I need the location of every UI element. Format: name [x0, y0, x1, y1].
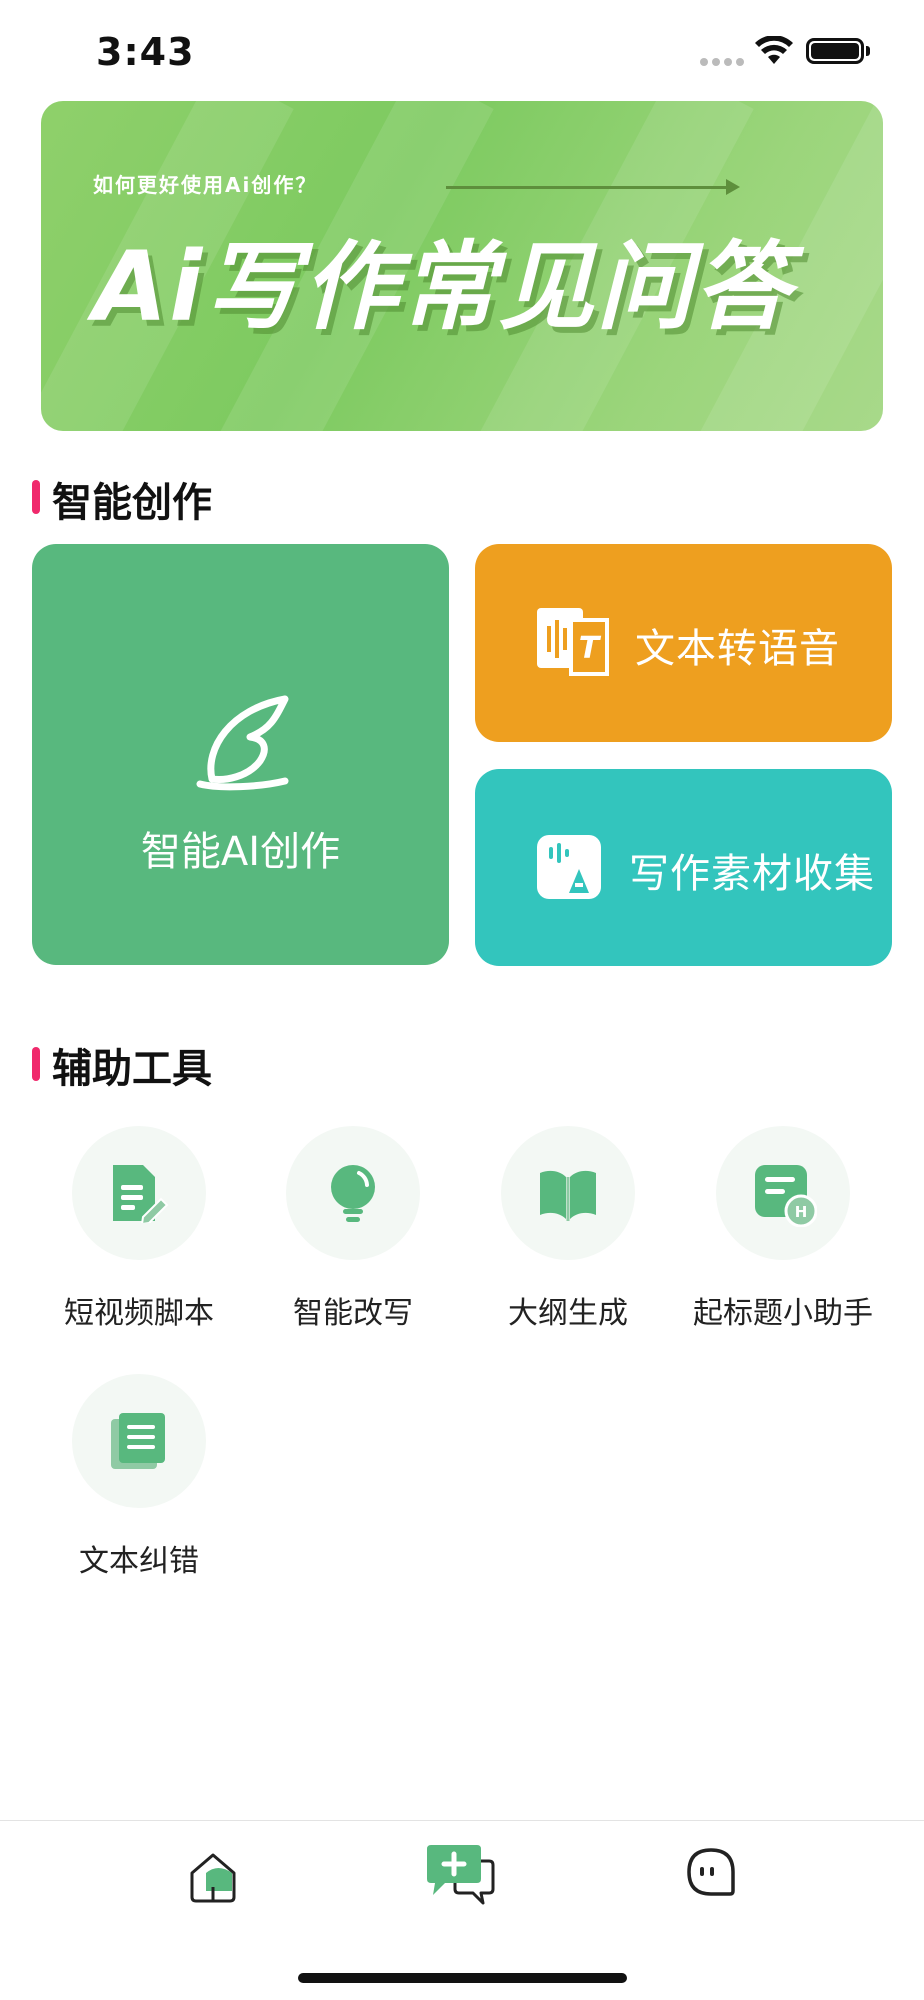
- section-title-creation: 智能创作: [52, 480, 212, 526]
- banner-title: Ai写作常见问答: [93, 231, 793, 343]
- tool-smart-rewrite[interactable]: 智能改写: [253, 1126, 453, 1332]
- status-time: 3:43: [96, 30, 195, 74]
- lightbulb-icon: [331, 1165, 375, 1222]
- material-collect-card[interactable]: 写作素材收集: [475, 769, 892, 966]
- svg-text:T: T: [579, 631, 602, 666]
- faq-banner[interactable]: 如何更好使用Ai创作？ Ai写作常见问答: [41, 101, 883, 431]
- text-correction-icon: [111, 1413, 165, 1469]
- create-chat-icon[interactable]: [425, 1843, 495, 1907]
- text-to-speech-icon: T: [537, 608, 609, 676]
- tool-label: 智能改写: [293, 1296, 413, 1331]
- app-screen: { "status_bar": {"time": "3:43"}, "banne…: [0, 0, 924, 2000]
- profile-face-icon[interactable]: [686, 1847, 736, 1897]
- battery-icon: [806, 38, 864, 64]
- smart-ai-creation-label: 智能AI创作: [140, 829, 341, 875]
- section-title-tools: 辅助工具: [52, 1046, 212, 1092]
- banner-subtitle: 如何更好使用Ai创作？: [93, 173, 318, 197]
- wifi-icon: [755, 36, 793, 64]
- arrow-right-icon: [446, 179, 740, 195]
- home-indicator[interactable]: [298, 1973, 627, 1983]
- heading-assistant-icon: H: [755, 1165, 817, 1227]
- smart-ai-creation-card[interactable]: 智能AI创作: [32, 544, 449, 965]
- tool-title-assistant[interactable]: H 起标题小助手: [683, 1126, 883, 1332]
- signal-icon: [700, 58, 744, 66]
- section-marker: [32, 480, 40, 514]
- material-collect-icon: [537, 835, 601, 899]
- material-collect-label: 写作素材收集: [629, 851, 875, 897]
- home-icon[interactable]: [188, 1851, 238, 1903]
- tool-label: 短视频脚本: [64, 1296, 214, 1331]
- svg-text:H: H: [795, 1203, 808, 1221]
- tool-short-video-script[interactable]: 短视频脚本: [39, 1126, 239, 1332]
- leaf-pen-icon: [196, 695, 289, 791]
- tool-outline-generate[interactable]: 大纲生成: [468, 1126, 668, 1332]
- tool-label: 大纲生成: [508, 1296, 628, 1331]
- open-book-icon: [540, 1170, 596, 1221]
- text-to-speech-card[interactable]: T 文本转语音: [475, 544, 892, 742]
- text-to-speech-label: 文本转语音: [635, 626, 840, 672]
- tool-label: 文本纠错: [79, 1544, 199, 1579]
- script-document-icon: [113, 1165, 169, 1223]
- section-marker: [32, 1047, 40, 1081]
- tool-label: 起标题小助手: [693, 1296, 873, 1331]
- tool-text-correction[interactable]: 文本纠错: [39, 1374, 239, 1580]
